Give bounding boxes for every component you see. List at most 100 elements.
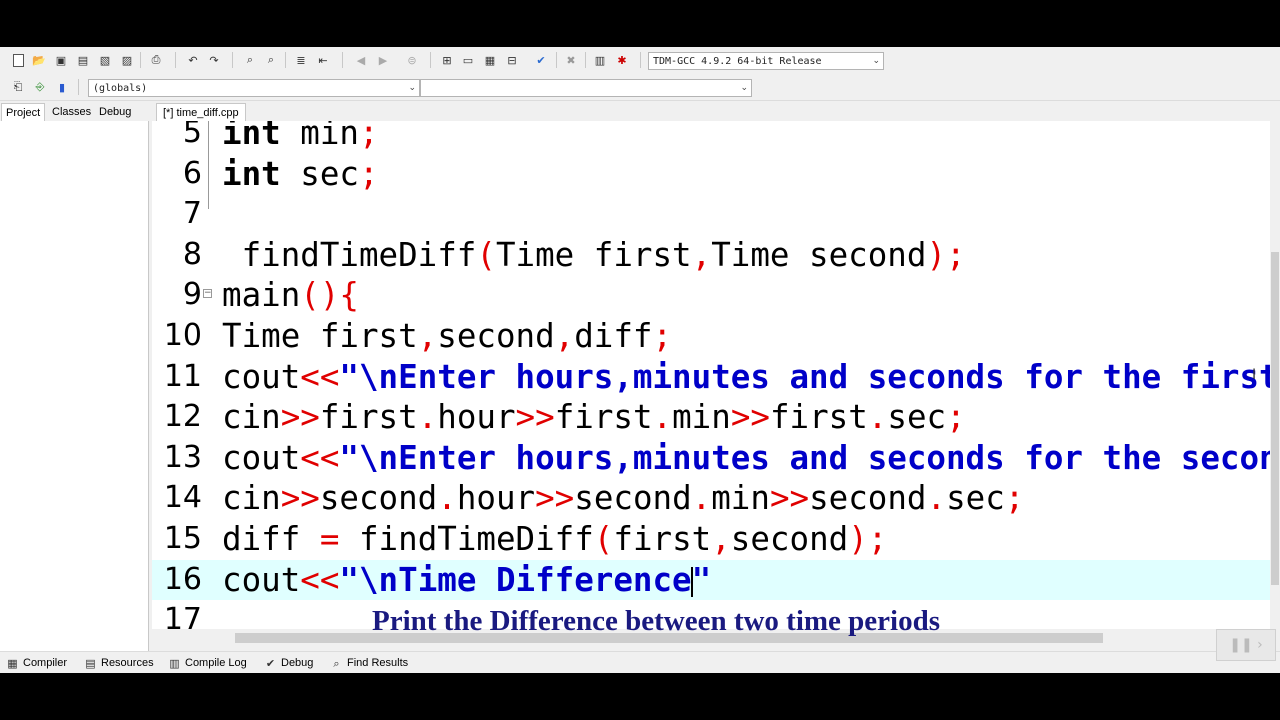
- code-text: cout<<"\nTime Difference": [222, 560, 711, 601]
- code-line[interactable]: 14 cin>>second.hour>>second.min>>second.s…: [152, 478, 1270, 519]
- insert-icon[interactable]: ⎗: [10, 79, 26, 95]
- code-line[interactable]: 6 int sec;: [152, 154, 1270, 195]
- goto-line-icon[interactable]: ⊜: [404, 52, 420, 68]
- code-line[interactable]: 9− main(){: [152, 275, 1270, 316]
- fold-toggle-icon[interactable]: −: [203, 289, 212, 299]
- code-token: =: [319, 520, 340, 558]
- find-icon[interactable]: ⌕: [242, 52, 258, 68]
- code-token: "\nTime Difference: [339, 560, 692, 599]
- code-token: sec: [280, 154, 359, 193]
- code-line[interactable]: 12 cin>>first.hour>>first.min>>first.sec;: [152, 397, 1270, 438]
- stop-icon[interactable]: ✖: [563, 52, 579, 68]
- code-token: <<: [300, 560, 340, 599]
- toolbar-separator: [342, 52, 343, 68]
- code-line[interactable]: 8 findTimeDiff(Time first,Time second);: [152, 235, 1270, 276]
- toggle-icon[interactable]: ▮: [54, 79, 70, 95]
- secondary-toolbar: ⎗ ⎆ ▮ (globals) ⌄ ⌄: [0, 74, 1280, 101]
- video-pause-button[interactable]: ❚❚ ›: [1216, 629, 1276, 661]
- redo-icon[interactable]: ↷: [206, 52, 222, 68]
- code-line[interactable]: 15 diff = findTimeDiff(first,second);: [152, 519, 1270, 560]
- replace-icon[interactable]: ⌕: [263, 52, 279, 68]
- bookmark-prev-icon[interactable]: ◀: [353, 52, 369, 68]
- code-text: diff = findTimeDiff(first,second);: [222, 519, 887, 560]
- code-token: min: [672, 398, 731, 437]
- save-icon[interactable]: ▣: [53, 52, 69, 68]
- tab-compile-log-label: Compile Log: [185, 657, 247, 669]
- line-number: 13: [163, 439, 202, 475]
- tab-compiler[interactable]: ▦ Compiler: [6, 655, 67, 671]
- profile-icon[interactable]: ✱: [614, 52, 630, 68]
- line-number: 7: [182, 196, 202, 232]
- code-line[interactable]: 11 cout<<"\nEnter hours,minutes and secon…: [152, 357, 1270, 398]
- line-number: 10: [163, 318, 202, 353]
- compile-check-icon[interactable]: ✔: [533, 52, 549, 68]
- tab-project[interactable]: Project: [1, 103, 46, 122]
- new-file-icon[interactable]: [10, 52, 26, 68]
- code-token: ,: [711, 520, 731, 558]
- print-icon[interactable]: ⎙: [148, 52, 164, 68]
- code-line[interactable]: 7: [152, 194, 1270, 235]
- line-number: 8: [182, 236, 202, 272]
- find-results-icon: ⌕: [333, 656, 340, 670]
- tab-find-results[interactable]: ⌕ Find Results: [330, 655, 408, 671]
- tab-resources[interactable]: ▤ Resources: [84, 655, 153, 671]
- compiler-select[interactable]: TDM-GCC 4.9.2 64-bit Release ⌄: [648, 52, 884, 70]
- function-select[interactable]: ⌄: [420, 79, 752, 97]
- goto-icon[interactable]: ⎆: [32, 79, 48, 95]
- code-line[interactable]: 13 cout<<"\nEnter hours,minutes and secon…: [152, 438, 1270, 479]
- close-file-icon[interactable]: ▧: [97, 52, 113, 68]
- ide-window: 📂 ▣ ▤ ▧ ▨ ⎙ ↶ ↷ ⌕ ⌕ ≣ ⇤ ◀ ▶ ⊜ ⊞ ▭ ▦ ⊟ ✔ …: [0, 47, 1280, 673]
- code-text: main(){: [222, 275, 359, 316]
- code-token: ,: [691, 235, 712, 274]
- code-token: .: [652, 398, 673, 437]
- code-line[interactable]: 10 Time first,second,diff;: [152, 316, 1270, 357]
- window-icon[interactable]: ▭: [460, 52, 476, 68]
- chart-icon[interactable]: ▥: [592, 52, 608, 68]
- vertical-scroll-thumb[interactable]: [1271, 252, 1279, 585]
- code-line[interactable]: 5 int min;: [152, 121, 1270, 154]
- code-token: cout: [222, 560, 301, 599]
- undo-icon[interactable]: ↶: [185, 52, 201, 68]
- chevron-down-icon: ⌄: [872, 56, 880, 66]
- bookmark-next-icon[interactable]: ▶: [375, 52, 391, 68]
- code-token: >>: [515, 398, 555, 437]
- code-text: findTimeDiff(Time first,Time second);: [222, 235, 966, 276]
- code-token: Time second: [711, 235, 927, 274]
- debug-check-icon: ✔: [265, 656, 276, 670]
- close-all-icon[interactable]: ▨: [119, 52, 135, 68]
- code-token: cout: [222, 438, 301, 477]
- save-all-icon[interactable]: ▤: [75, 52, 91, 68]
- compiler-grid-icon: ▦: [7, 656, 18, 670]
- tab-classes[interactable]: Classes: [48, 103, 95, 121]
- code-line[interactable]: 16 cout<<"\nTime Difference": [152, 559, 1270, 601]
- code-text: Time first,second,diff;: [222, 316, 672, 357]
- tab-compile-log[interactable]: ▥ Compile Log: [168, 655, 247, 671]
- code-token: (){: [300, 276, 359, 315]
- code-text: cout<<"\nEnter hours,minutes and seconds…: [222, 357, 1270, 398]
- tab-find-results-label: Find Results: [347, 657, 409, 669]
- code-token: "\nEnter hours,minutes and seconds for t…: [339, 438, 1270, 477]
- code-token: >>: [730, 398, 770, 437]
- unindent-icon[interactable]: ⇤: [315, 52, 331, 68]
- code-editor[interactable]: 5 int min; 6 int sec; 7 8 findTimeDiff(Time f…: [152, 121, 1270, 629]
- scope-select[interactable]: (globals) ⌄: [88, 79, 420, 97]
- tab-debug[interactable]: Debug: [95, 103, 135, 121]
- class-browser-icon[interactable]: ⊟: [504, 52, 520, 68]
- tab-debug-bottom[interactable]: ✔ Debug: [264, 655, 314, 671]
- code-token: .: [417, 398, 438, 437]
- indent-icon[interactable]: ≣: [293, 52, 309, 68]
- open-file-icon[interactable]: 📂: [31, 52, 47, 68]
- new-project-icon[interactable]: ⊞: [439, 52, 455, 68]
- project-options-icon[interactable]: ▦: [482, 52, 498, 68]
- line-number: 15: [163, 521, 202, 556]
- toolbar-separator: [556, 52, 557, 68]
- code-text: int sec;: [222, 154, 379, 195]
- toolbar-separator: [585, 52, 586, 68]
- code-text: cin>>first.hour>>first.min>>first.sec;: [222, 397, 966, 438]
- resources-icon: ▤: [85, 656, 96, 670]
- code-token: cin: [222, 398, 281, 437]
- code-token: >>: [280, 479, 320, 518]
- file-tab[interactable]: [*] time_diff.cpp: [156, 103, 246, 122]
- line-number: 6: [182, 155, 202, 191]
- code-token: findTimeDiff: [222, 235, 477, 274]
